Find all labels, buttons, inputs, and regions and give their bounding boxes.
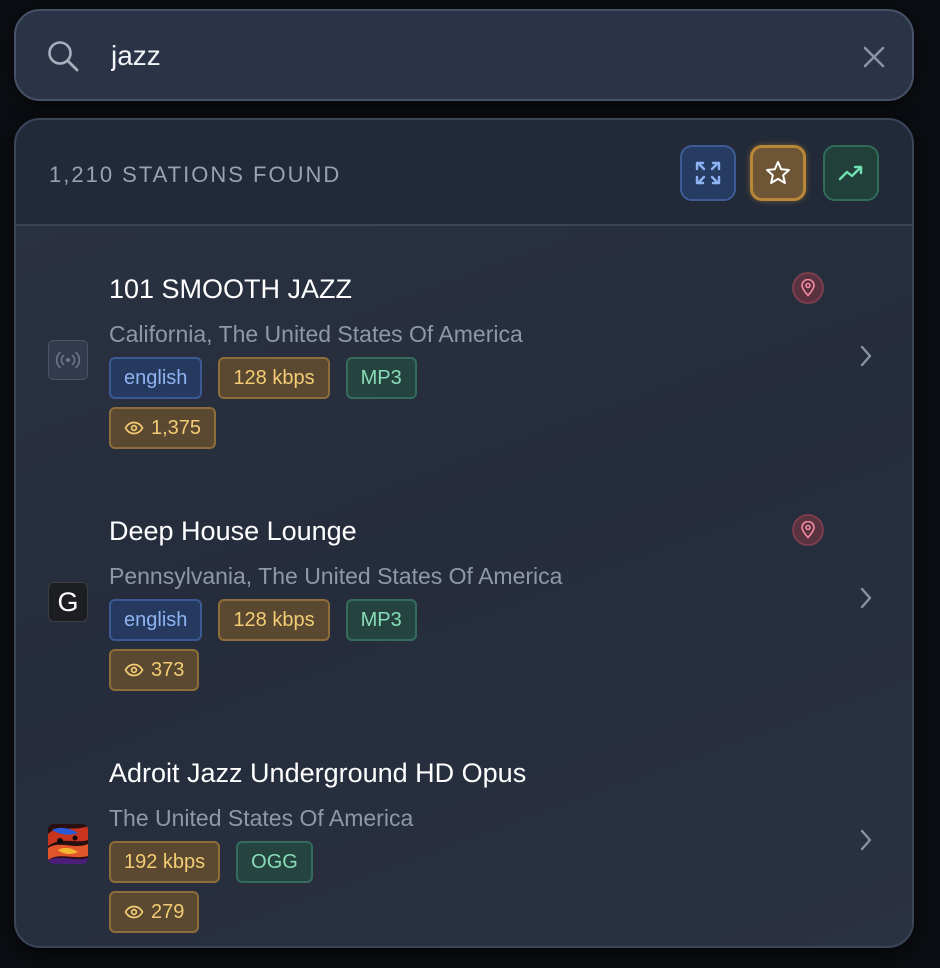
- trending-button[interactable]: [823, 145, 879, 201]
- codec-tag: MP3: [345, 599, 417, 641]
- chevron-right-icon[interactable]: [856, 342, 876, 370]
- results-header: 1,210 STATIONS FOUND: [16, 120, 912, 226]
- station-logo: G: [48, 582, 88, 622]
- chevron-right-icon[interactable]: [856, 584, 876, 612]
- bitrate-tag: 128 kbps: [218, 599, 330, 641]
- views-badge: 1,375: [109, 407, 217, 449]
- eye-icon: [124, 421, 144, 435]
- radio-waves-icon: [48, 340, 88, 380]
- station-name: Adroit Jazz Underground HD Opus: [109, 758, 527, 788]
- station-tags: 192 kbps OGG: [109, 841, 313, 883]
- results-panel: 1,210 STATIONS FOUND 101 SMOOTH JAZZ Cal…: [14, 118, 914, 948]
- bitrate-tag: 128 kbps: [218, 357, 330, 399]
- station-name: Deep House Lounge: [109, 516, 357, 546]
- location-pin-icon[interactable]: [792, 272, 824, 304]
- codec-tag: MP3: [345, 357, 417, 399]
- search-input[interactable]: [111, 34, 811, 78]
- views-count: 1,375: [151, 416, 202, 439]
- chevron-right-icon[interactable]: [856, 826, 876, 854]
- eye-icon: [124, 663, 144, 677]
- station-location: California, The United States Of America: [109, 321, 523, 347]
- station-item[interactable]: 101 SMOOTH JAZZ California, The United S…: [16, 248, 912, 488]
- views-count: 373: [151, 658, 185, 681]
- favorites-button[interactable]: [750, 145, 806, 201]
- trending-up-icon: [838, 165, 863, 181]
- eye-icon: [124, 905, 144, 919]
- views-count: 279: [151, 900, 185, 923]
- station-tags: english 128 kbps MP3: [109, 357, 417, 399]
- station-item[interactable]: G Deep House Lounge Pennsylvania, The Un…: [16, 490, 912, 730]
- search-bar: [14, 9, 914, 101]
- station-tags: english 128 kbps MP3: [109, 599, 417, 641]
- language-tag: english: [109, 599, 203, 641]
- logo-letter: G: [57, 586, 79, 617]
- station-item[interactable]: Adroit Jazz Underground HD Opus The Unit…: [16, 732, 912, 946]
- close-icon[interactable]: [856, 39, 892, 75]
- abstract-art-thumbnail: [48, 824, 88, 864]
- views-badge: 279: [109, 891, 200, 933]
- bitrate-tag: 192 kbps: [109, 841, 221, 883]
- views-badge: 373: [109, 649, 200, 691]
- stations-count: 1,210 STATIONS FOUND: [49, 162, 342, 187]
- expand-button[interactable]: [680, 145, 736, 201]
- location-pin-icon[interactable]: [792, 514, 824, 546]
- station-name: 101 SMOOTH JAZZ: [109, 274, 353, 304]
- search-icon: [48, 41, 79, 72]
- language-tag: english: [109, 357, 203, 399]
- star-icon: [766, 161, 790, 184]
- codec-tag: OGG: [236, 841, 313, 883]
- expand-icon: [695, 161, 721, 185]
- station-location: The United States Of America: [109, 805, 414, 831]
- station-location: Pennsylvania, The United States Of Ameri…: [109, 563, 563, 589]
